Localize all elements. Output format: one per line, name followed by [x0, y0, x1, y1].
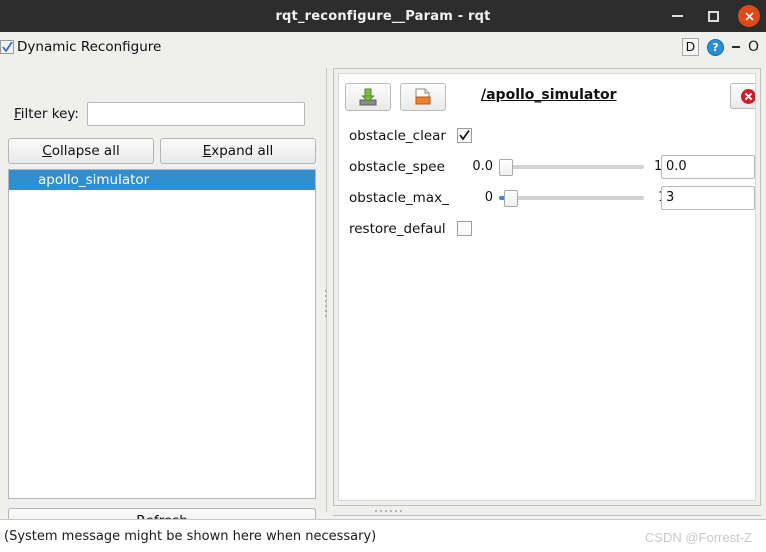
save-disk-icon	[359, 88, 377, 106]
checkmark-icon	[459, 130, 470, 141]
slider-groove	[499, 195, 644, 200]
close-node-button[interactable]	[730, 83, 755, 109]
watermark: CSDN @Forrest-Z	[644, 530, 752, 545]
list-item[interactable]: apollo_simulator	[9, 170, 315, 190]
window-body: Dynamic Reconfigure D ? O Filter key: Co…	[0, 32, 766, 552]
close-button[interactable]	[738, 5, 760, 27]
parameter-toolbar: /apollo_simulator	[345, 83, 755, 113]
param-slider[interactable]	[499, 189, 644, 207]
status-message: (System message might be shown here when…	[4, 528, 377, 544]
param-min-value: 0	[484, 190, 493, 205]
close-icon	[744, 11, 754, 21]
vertical-splitter[interactable]	[322, 68, 332, 512]
splitter-grip-dots	[375, 510, 402, 512]
expand-mnemonic: E	[202, 143, 212, 159]
expand-all-button[interactable]: Expand all	[160, 138, 316, 164]
dock-header-controls: D ? O	[681, 36, 759, 58]
checkmark-icon	[1, 41, 13, 53]
filter-label-rest: ilter key:	[20, 106, 79, 122]
minimize-icon	[671, 15, 683, 17]
dock-title: Dynamic Reconfigure	[17, 39, 162, 55]
param-row-obstacle-speed: obstacle_spee 0.0 10.0	[339, 151, 755, 182]
save-config-button[interactable]	[345, 83, 391, 111]
param-label: obstacle_max_	[349, 189, 449, 206]
maximize-icon	[707, 10, 719, 22]
filter-key-input[interactable]	[86, 102, 305, 126]
dock-float-icon[interactable]: O	[748, 40, 759, 54]
filter-key-label: Filter key:	[14, 106, 79, 122]
param-min-value: 0.0	[472, 159, 493, 174]
parameter-rows: obstacle_clear obstacle_spee 0.0 0.0 obs…	[339, 120, 755, 244]
expand-label-rest: xpand all	[211, 143, 274, 159]
help-icon[interactable]: ?	[706, 38, 724, 56]
node-item-label: apollo_simulator	[38, 172, 150, 188]
open-config-button[interactable]	[400, 83, 446, 111]
window-title: rqt_reconfigure__Param - rqt	[275, 8, 491, 24]
dock-minimize-icon[interactable]	[731, 46, 740, 48]
filter-mnemonic: F	[14, 106, 21, 122]
minimize-button[interactable]	[666, 5, 688, 27]
param-row-obstacle-max: obstacle_max_ 0 100	[339, 182, 755, 213]
dynamic-reconfigure-checkbox[interactable]	[0, 40, 14, 54]
slider-handle[interactable]	[499, 158, 513, 176]
maximize-button[interactable]	[702, 5, 724, 27]
dock-header: Dynamic Reconfigure	[0, 36, 161, 58]
window-titlebar: rqt_reconfigure__Param - rqt	[0, 0, 766, 32]
open-file-icon	[415, 88, 431, 105]
splitter-line	[333, 515, 761, 516]
param-checkbox[interactable]	[457, 221, 472, 236]
param-label: restore_defaul	[349, 220, 446, 237]
param-label: obstacle_clear	[349, 127, 446, 144]
close-circle-icon	[740, 88, 755, 104]
selected-node-title[interactable]: /apollo_simulator	[481, 87, 617, 103]
splitter-grip-dots	[325, 290, 327, 317]
horizontal-splitter[interactable]	[333, 508, 761, 518]
collapse-mnemonic: C	[42, 143, 52, 159]
parameter-scroll-area: /apollo_simulator obstacle_clear obstacl…	[338, 73, 756, 501]
param-row-restore-defaults: restore_defaul	[339, 213, 755, 244]
collapse-all-button[interactable]: Collapse all	[8, 138, 154, 164]
param-checkbox[interactable]	[457, 128, 472, 143]
param-value-input[interactable]	[661, 154, 755, 179]
collapse-label-rest: ollapse all	[51, 143, 120, 159]
param-row-obstacle-clear: obstacle_clear	[339, 120, 755, 151]
filter-row: Filter key:	[14, 102, 305, 126]
param-value-input[interactable]	[661, 185, 755, 210]
left-pane: Filter key: Collapse all Expand all apol…	[0, 62, 322, 533]
param-slider[interactable]	[499, 158, 644, 176]
param-label: obstacle_spee	[349, 158, 445, 175]
slider-handle[interactable]	[504, 189, 518, 207]
right-pane: /apollo_simulator obstacle_clear obstacl…	[333, 68, 761, 506]
dock-letter-button[interactable]: D	[681, 38, 699, 56]
node-list[interactable]: apollo_simulator	[8, 169, 316, 499]
slider-groove	[499, 164, 644, 169]
window-controls	[666, 0, 760, 32]
